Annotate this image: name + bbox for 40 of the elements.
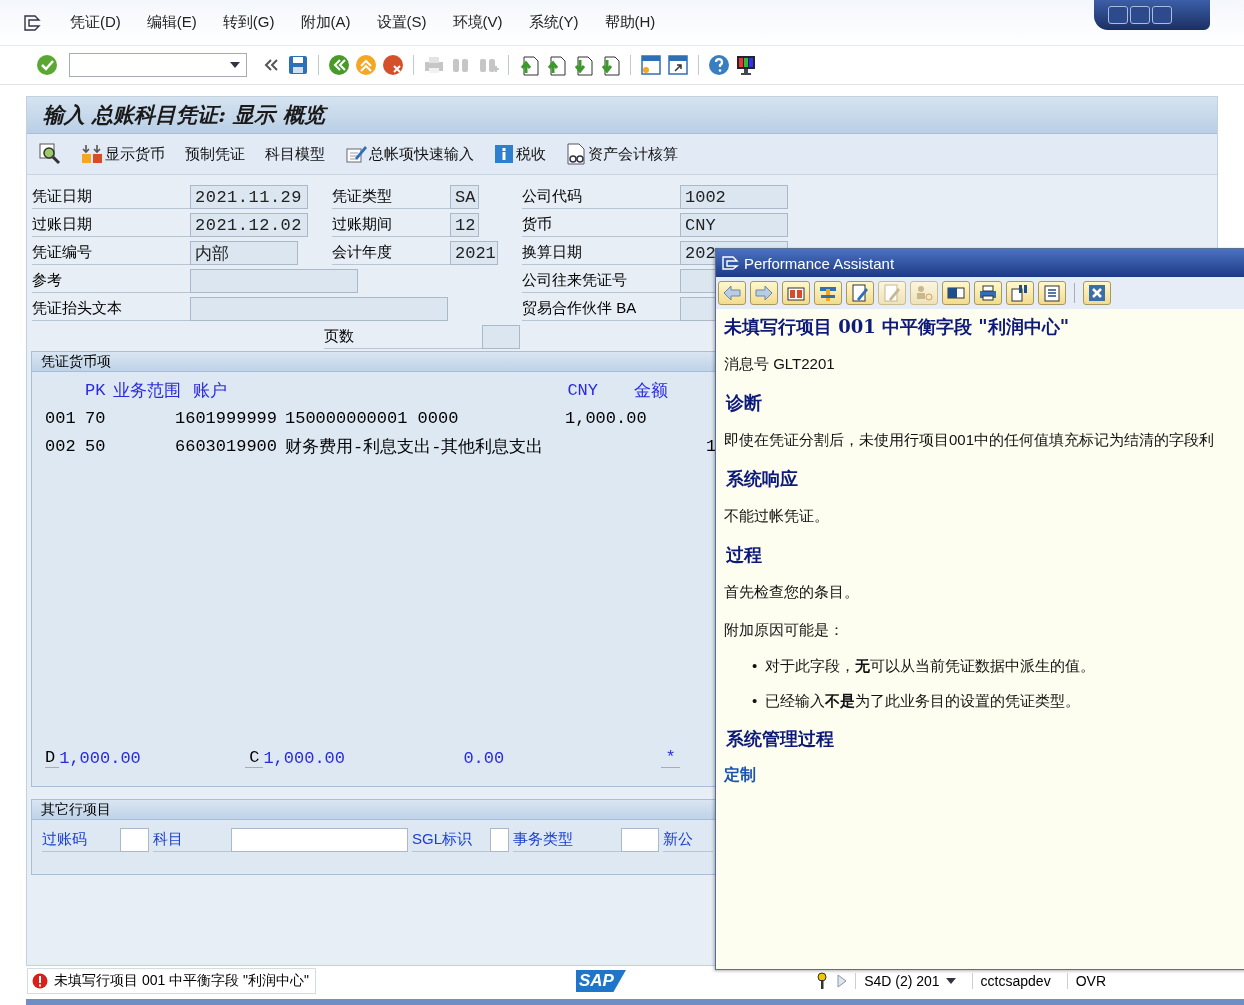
- help-text: 消息号 GLT2201: [724, 354, 835, 374]
- logo: SAP: [575, 970, 626, 992]
- table-cell: 1,000.00: [565, 408, 645, 428]
- message-title: 未填写行项目 001 中平衡字段 "利润中心": [724, 315, 1070, 339]
- credit-total: 1,000.00: [263, 748, 347, 768]
- bullet-item: 对于此字段，无可以从当前凭证数据中派生的值。: [765, 657, 1096, 676]
- status-message: 未填写行项目 001 中平衡字段 "利润中心": [27, 968, 316, 994]
- table-cell-text: 150000000001 0000: [285, 408, 460, 428]
- column-header: CNY: [567, 380, 598, 400]
- bullet-item: 已经输入不是为了此业务目的设置的凭证类型。: [765, 692, 1081, 711]
- bullet-marker: •: [752, 692, 758, 709]
- table-cell-text: 50: [85, 436, 107, 456]
- window-title: Performance Assistant: [744, 254, 895, 272]
- column-header: PK: [85, 380, 106, 400]
- debit-label: D: [45, 748, 60, 768]
- debit-total: 1,000.00: [59, 748, 142, 768]
- help-text: 即使在凭证分割后，未使用行项目001中的任何值填充标记为结清的字段利: [724, 430, 1215, 450]
- table-cell-text: 002: [45, 436, 77, 456]
- bullet-marker: •: [752, 657, 758, 674]
- help-text: 附加原因可能是：: [724, 620, 844, 640]
- server-name: cctcsapdev: [971, 973, 1059, 989]
- help-text: 不能过帐凭证。: [724, 506, 829, 526]
- table-cell-text: 001: [45, 408, 77, 428]
- table-cell-text: 财务费用-利息支出-其他利息支出: [285, 436, 545, 458]
- column-header: 业务范围: [113, 380, 182, 402]
- balance: 0.00: [463, 748, 506, 768]
- table-cell-text: 70: [85, 408, 107, 428]
- table-cell-text: 1601999999: [175, 408, 279, 428]
- input-mode: OVR: [1066, 973, 1114, 989]
- credit-label: C: [245, 748, 264, 768]
- table-cell: 1: [706, 436, 717, 456]
- section-heading: 诊断: [726, 391, 762, 415]
- section-heading: 系统响应: [726, 467, 798, 491]
- table-cell-text: 6603019900: [175, 436, 279, 456]
- help-text: 首先检查您的条目。: [724, 582, 859, 602]
- column-header: 账户: [193, 380, 228, 402]
- screen-title: 输入 总账科目凭证: 显示 概览: [27, 97, 1217, 134]
- section-heading: 系统管理过程: [726, 727, 834, 751]
- section-heading: 过程: [726, 543, 762, 567]
- column-header: 金额: [634, 380, 668, 402]
